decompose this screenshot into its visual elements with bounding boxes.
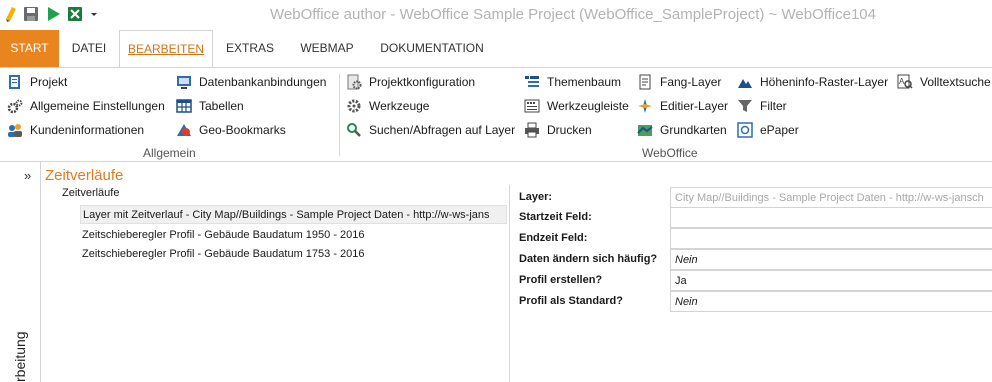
- ribbon-fang-layer-button[interactable]: Fang-Layer: [637, 73, 721, 91]
- prop-label-startzeit: Startzeit Feld:: [519, 211, 592, 223]
- theme-tree-icon: [524, 74, 540, 90]
- ribbon-panel: Projekt Allgemeine Einstellungen Kundeni…: [0, 67, 992, 162]
- prop-value-profil-erstellen[interactable]: Ja: [670, 270, 992, 291]
- edit-layer-icon: [637, 98, 653, 114]
- ribbon-epaper-button[interactable]: ePaper: [737, 121, 799, 139]
- prop-value-endzeit[interactable]: [670, 228, 992, 249]
- ribbon-editier-layer-label: Editier-Layer: [660, 99, 729, 113]
- svg-text:A: A: [899, 77, 905, 86]
- ribbon-projektkonfiguration-label: Projektkonfiguration: [369, 75, 476, 89]
- ribbon-werkzeugleiste-label: Werkzeugleiste: [547, 99, 629, 113]
- ribbon-tabellen-button[interactable]: Tabellen: [176, 97, 244, 115]
- prop-label-profil-standard: Profil als Standard?: [519, 295, 623, 307]
- prop-label-profil-erstellen: Profil erstellen?: [519, 274, 603, 286]
- ribbon-grundkarten-label: Grundkarten: [660, 123, 727, 137]
- database-connection-icon: [176, 74, 192, 90]
- panel-splitter[interactable]: [509, 185, 510, 382]
- ribbon-volltextsuche-label: Volltextsuche: [920, 75, 991, 89]
- tab-dokumentation[interactable]: DOKUMENTATION: [367, 30, 497, 67]
- elevation-raster-icon: [737, 74, 753, 90]
- ribbon-epaper-label: ePaper: [760, 123, 799, 137]
- prop-value-profil-standard[interactable]: Nein: [670, 291, 992, 312]
- ribbon-werkzeuge-button[interactable]: Werkzeuge: [346, 97, 429, 115]
- ribbon-datenbankanbindungen-label: Datenbankanbindungen: [199, 75, 327, 89]
- tree-item-profil-1950[interactable]: Zeitschieberegler Profil - Gebäude Bauda…: [80, 226, 365, 245]
- ribbon-themenbaum-button[interactable]: Themenbaum: [524, 73, 621, 91]
- tab-extras[interactable]: EXTRAS: [213, 30, 287, 67]
- filter-icon: [737, 98, 753, 114]
- ribbon-drucken-label: Drucken: [547, 123, 592, 137]
- ribbon-hoeheninfo-raster-layer-button[interactable]: Höheninfo-Raster-Layer: [737, 73, 888, 91]
- print-icon: [524, 122, 540, 138]
- ribbon-editier-layer-button[interactable]: Editier-Layer: [637, 97, 728, 115]
- ribbon-tabs: START DATEI BEARBEITEN EXTRAS WEBMAP DOK…: [0, 30, 992, 68]
- ribbon-suchen-abfragen-label: Suchen/Abfragen auf Layer: [369, 123, 516, 137]
- customize-dropdown-icon[interactable]: [88, 4, 100, 24]
- prop-value-startzeit[interactable]: [670, 207, 992, 228]
- group-separator: [339, 74, 340, 156]
- expand-pane-button[interactable]: »: [24, 168, 31, 183]
- pencil-icon[interactable]: [2, 4, 20, 24]
- ribbon-kundeninformationen-button[interactable]: Kundeninformationen: [7, 121, 144, 139]
- group-label-weboffice: WebOffice: [642, 146, 698, 160]
- window-title: WebOffice author - WebOffice Sample Proj…: [270, 6, 876, 23]
- ribbon-projektkonfiguration-button[interactable]: Projektkonfiguration: [346, 73, 475, 91]
- ribbon-projekt-label: Projekt: [30, 75, 68, 89]
- ribbon-filter-button[interactable]: Filter: [737, 97, 787, 115]
- basemap-icon: [637, 122, 653, 138]
- tab-webmap[interactable]: WEBMAP: [287, 30, 367, 67]
- play-icon[interactable]: [44, 4, 62, 24]
- prop-label-layer: Layer:: [519, 191, 553, 203]
- tree-root-node[interactable]: Zeitverläufe: [62, 187, 119, 199]
- ribbon-datenbankanbindungen-button[interactable]: Datenbankanbindungen: [176, 73, 326, 91]
- geo-bookmark-icon: [176, 122, 192, 138]
- tab-bearbeiten[interactable]: BEARBEITEN: [119, 30, 213, 68]
- ribbon-themenbaum-label: Themenbaum: [547, 75, 622, 89]
- prop-label-daten-aendern: Daten ändern sich häufig?: [519, 253, 658, 265]
- tab-bearbeiten-label: BEARBEITEN: [127, 42, 205, 56]
- ribbon-kundeninformationen-label: Kundeninformationen: [30, 123, 145, 137]
- settings-gear-icon: [7, 98, 23, 114]
- ribbon-suchen-abfragen-button[interactable]: Suchen/Abfragen auf Layer: [346, 121, 515, 139]
- save-icon[interactable]: [22, 4, 40, 24]
- ribbon-volltextsuche-button[interactable]: A Volltextsuche: [897, 73, 991, 91]
- snap-layer-icon: [637, 74, 653, 90]
- epaper-icon: [737, 122, 753, 138]
- customers-icon: [7, 122, 23, 138]
- group-label-allgemein: Allgemein: [143, 146, 196, 160]
- tab-datei[interactable]: DATEI: [59, 30, 119, 67]
- ribbon-fang-layer-label: Fang-Layer: [660, 75, 722, 89]
- table-icon: [176, 98, 192, 114]
- tab-start[interactable]: START: [0, 30, 59, 67]
- tree-item-profil-1753[interactable]: Zeitschieberegler Profil - Gebäude Bauda…: [80, 245, 365, 264]
- tree-item-layer-zeitverlauf[interactable]: Layer mit Zeitverlauf - City Map//Buildi…: [80, 205, 507, 224]
- toolbar-icon: [524, 98, 540, 114]
- ribbon-allgemeine-einstellungen-label: Allgemeine Einstellungen: [30, 99, 165, 113]
- ribbon-geo-bookmarks-label: Geo-Bookmarks: [199, 123, 286, 137]
- ribbon-tabellen-label: Tabellen: [199, 99, 244, 113]
- search-query-icon: [346, 122, 362, 138]
- project-config-icon: [346, 74, 362, 90]
- ribbon-grundkarten-button[interactable]: Grundkarten: [637, 121, 727, 139]
- project-icon: [7, 74, 23, 90]
- ribbon-werkzeugleiste-button[interactable]: Werkzeugleiste: [524, 97, 629, 115]
- title-bar: WebOffice author - WebOffice Sample Proj…: [0, 0, 992, 30]
- ribbon-hoeheninfo-raster-layer-label: Höheninfo-Raster-Layer: [760, 75, 889, 89]
- excel-icon[interactable]: [66, 4, 84, 24]
- ribbon-projekt-button[interactable]: Projekt: [7, 73, 67, 91]
- fulltext-search-icon: A: [897, 74, 913, 90]
- ribbon-allgemeine-einstellungen-button[interactable]: Allgemeine Einstellungen: [7, 97, 165, 115]
- prop-value-daten-aendern[interactable]: Nein: [670, 249, 992, 270]
- ribbon-drucken-button[interactable]: Drucken: [524, 121, 592, 139]
- tools-icon: [346, 98, 362, 114]
- side-pane-vertical-label: rbeitung: [12, 331, 28, 382]
- page-title: Zeitverläufe: [45, 167, 124, 184]
- ribbon-geo-bookmarks-button[interactable]: Geo-Bookmarks: [176, 121, 286, 139]
- prop-label-endzeit: Endzeit Feld:: [519, 232, 588, 244]
- ribbon-filter-label: Filter: [760, 99, 787, 113]
- prop-value-layer[interactable]: City Map//Buildings - Sample Project Dat…: [670, 187, 992, 208]
- ribbon-werkzeuge-label: Werkzeuge: [369, 99, 430, 113]
